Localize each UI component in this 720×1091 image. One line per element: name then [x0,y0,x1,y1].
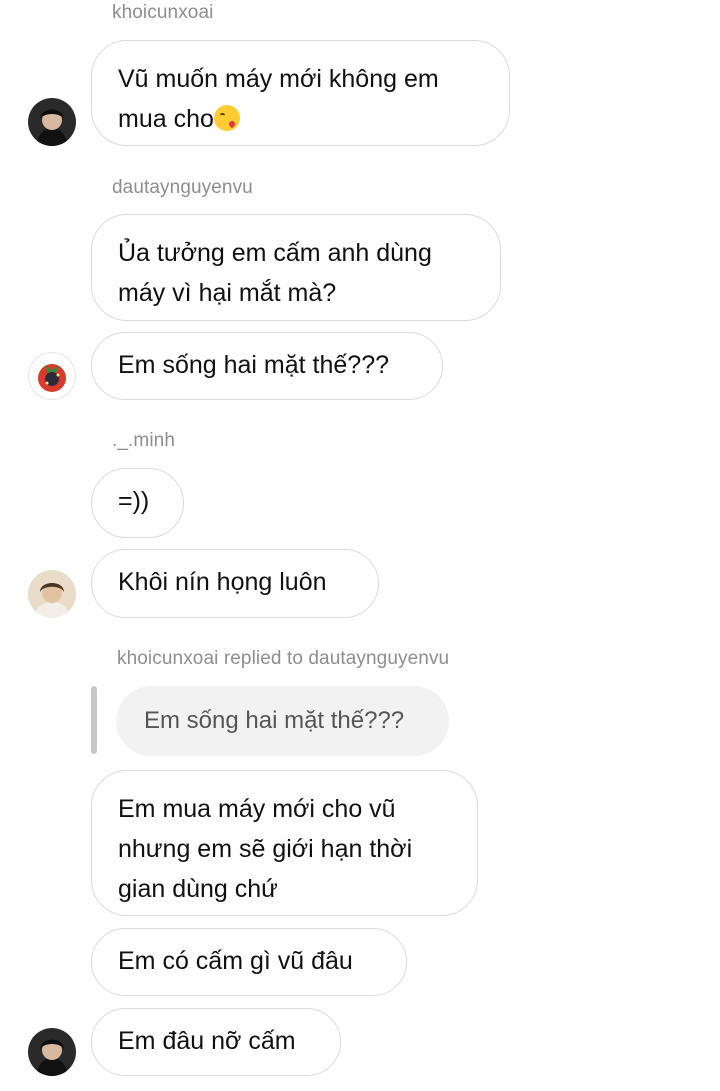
sender-name: dautaynguyenvu [112,177,253,198]
message-line: Em đâu nỡ cấm [118,1027,296,1055]
avatar[interactable] [28,98,76,146]
message-line: gian dùng chứ [118,875,278,903]
message-line: mua cho [118,99,483,139]
reply-header: khoicunxoai replied to dautaynguyenvu [117,648,450,669]
message-line: =)) [118,487,150,515]
sender-name: ._.minh [112,430,176,451]
message-bubble[interactable]: =)) [91,468,184,538]
sender-name: khoicunxoai [112,2,214,23]
avatar[interactable] [28,352,76,400]
message-line: Em sống hai mặt thế??? [118,351,389,379]
quoted-message[interactable]: Em sống hai mặt thế??? [116,686,449,756]
message-bubble[interactable]: Em có cấm gì vũ đâu [91,928,407,996]
message-bubble[interactable]: Em mua máy mới cho vũ nhưng em sẽ giới h… [91,770,478,916]
message-bubble[interactable]: Em đâu nỡ cấm [91,1008,341,1076]
quote-bar [91,686,97,754]
message-line: nhưng em sẽ giới hạn thời [118,835,413,863]
face-blowing-a-kiss-icon [213,105,240,131]
avatar[interactable] [28,1028,76,1076]
message-line: Vũ muốn máy mới không em [118,65,439,93]
message-bubble[interactable]: Khôi nín họng luôn [91,549,379,618]
message-bubble[interactable]: Ủa tưởng em cấm anh dùng máy vì hại mắt … [91,214,501,321]
message-line: Em có cấm gì vũ đâu [118,947,353,975]
avatar[interactable] [28,570,76,618]
message-line: Khôi nín họng luôn [118,568,327,596]
message-line: Ủa tưởng em cấm anh dùng [118,239,432,267]
quoted-text: Em sống hai mặt thế??? [144,707,405,734]
message-bubble[interactable]: Vũ muốn máy mới không em mua cho [91,40,510,146]
message-bubble[interactable]: Em sống hai mặt thế??? [91,332,443,400]
message-line: Em mua máy mới cho vũ [118,795,396,823]
message-line: máy vì hại mắt mà? [118,279,337,307]
